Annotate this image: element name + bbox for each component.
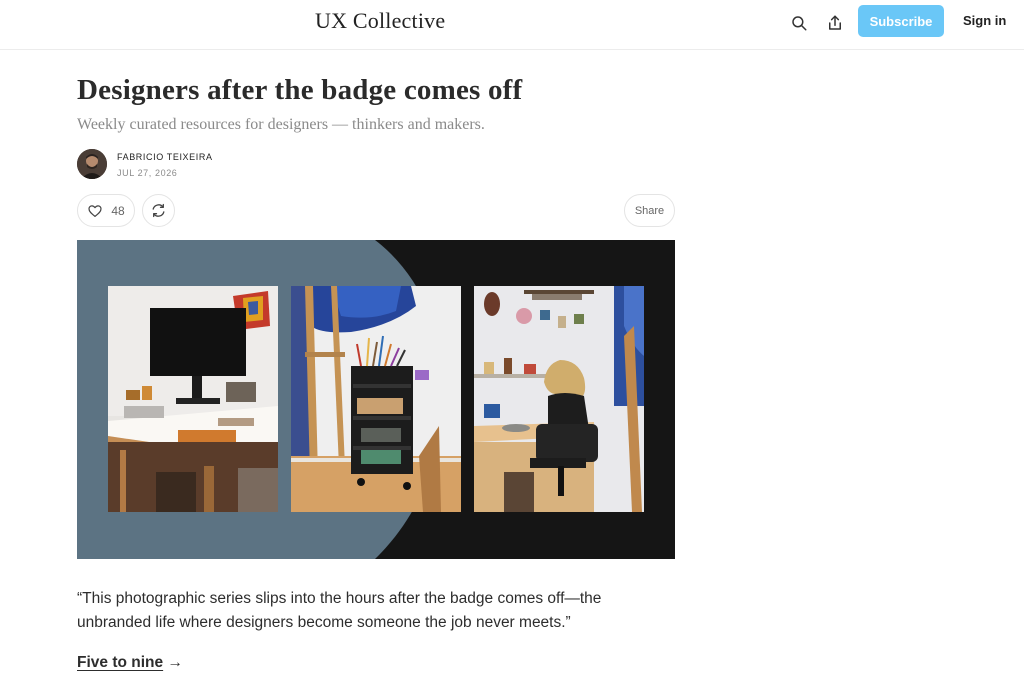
share-label: Share	[634, 204, 665, 217]
search-button[interactable]	[787, 11, 811, 35]
share-button-top[interactable]	[823, 11, 847, 35]
arrow-right-icon: →	[167, 654, 183, 671]
avatar-image	[77, 149, 107, 179]
like-button[interactable]: 48	[77, 194, 135, 227]
post-title: Designers after the badge comes off	[77, 74, 523, 106]
subscribe-button[interactable]: Subscribe	[858, 5, 944, 37]
restack-icon	[152, 203, 165, 218]
like-count: 48	[111, 203, 125, 218]
photo-desk	[108, 286, 278, 512]
post-date: JUL 27, 2026	[117, 168, 178, 178]
heart-icon	[88, 204, 102, 217]
restack-button[interactable]	[142, 194, 175, 227]
link-text: Five to nine	[77, 654, 164, 671]
top-bar: UX Collective Subscribe Sign in	[0, 0, 1024, 50]
search-icon	[792, 16, 807, 31]
share-icon	[829, 15, 841, 30]
photo-art-cart	[291, 286, 461, 512]
share-button[interactable]: Share	[624, 194, 675, 227]
post-subtitle: Weekly curated resources for designers —…	[77, 116, 485, 133]
author-name[interactable]: FABRICIO TEIXEIRA	[117, 152, 213, 162]
five-to-nine-link[interactable]: Five to nine →	[77, 654, 183, 672]
post-quote: “This photographic series slips into the…	[77, 590, 602, 631]
hero-image	[77, 240, 675, 559]
author-avatar[interactable]	[77, 149, 107, 179]
sign-in-link[interactable]: Sign in	[963, 13, 1006, 28]
photo-person-at-desk	[474, 286, 644, 512]
site-title[interactable]: UX Collective	[315, 8, 445, 34]
